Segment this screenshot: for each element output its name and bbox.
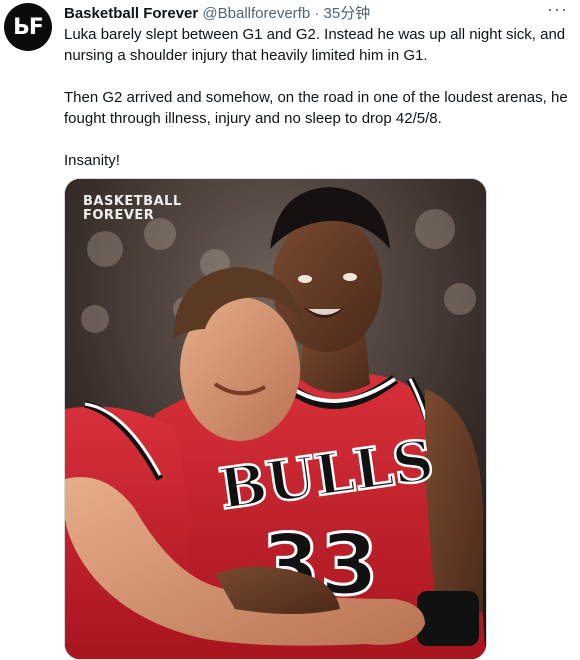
tweet[interactable]: ЬF Basketball Forever @Bballforeverfb · …	[0, 0, 580, 660]
timestamp[interactable]: 35分钟	[324, 5, 371, 22]
avatar-logo: ЬF	[13, 14, 44, 40]
tweet-photo[interactable]: BULLS 33 BASKETBALL FOREVER	[64, 178, 487, 660]
author-name[interactable]: Basketball Forever	[64, 5, 198, 22]
wristband	[417, 591, 479, 646]
tweet-header: Basketball Forever @Bballforeverfb · 35分…	[64, 4, 570, 24]
tweet-text: Luka barely slept between G1 and G2. Ins…	[64, 24, 569, 171]
tweet-paragraph: Insanity!	[64, 152, 120, 169]
more-options-icon[interactable]: ···	[547, 0, 568, 18]
avatar[interactable]: ЬF	[4, 3, 52, 51]
watermark-line2: FOREVER	[83, 208, 155, 223]
photo-illustration: BULLS 33	[65, 179, 486, 659]
tweet-paragraph: Then G2 arrived and somehow, on the road…	[64, 89, 568, 127]
tweet-paragraph: Luka barely slept between G1 and G2. Ins…	[64, 26, 566, 64]
watermark: BASKETBALL FOREVER	[83, 195, 182, 223]
author-handle[interactable]: @Bballforeverfb	[202, 5, 310, 22]
watermark-line1: BASKETBALL	[83, 194, 182, 209]
separator-dot: ·	[314, 5, 320, 22]
